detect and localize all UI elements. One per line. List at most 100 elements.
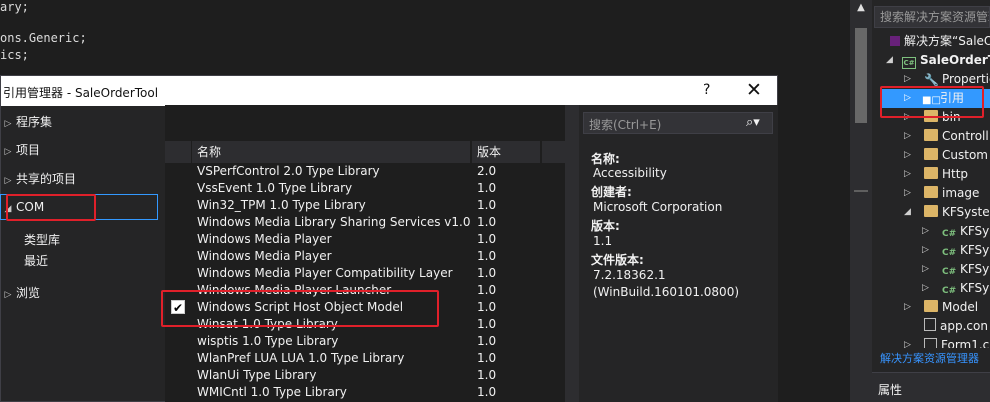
folder-open-icon [924, 205, 938, 217]
collapsed-triangle-icon[interactable]: ▷ [922, 222, 929, 241]
row-version: 1.0 [477, 317, 497, 331]
reference-search-input[interactable]: 搜索(Ctrl+E) ⌕▾ [583, 112, 773, 134]
table-row[interactable]: WlanPref LUA LUA 1.0 Type Library 1.0 [165, 350, 565, 367]
expanded-triangle-icon[interactable]: ◢ [886, 51, 893, 70]
tree-file-config[interactable]: app.con [924, 317, 988, 336]
tree-folder-http[interactable]: Http [924, 165, 968, 184]
detail-file-version-label: 文件版本: [591, 253, 644, 267]
tree-project[interactable]: C# SaleOrderT [902, 51, 990, 70]
detail-creator-label: 创建者: [591, 185, 632, 199]
tree-label: image [942, 186, 980, 200]
code-editor[interactable]: ary; ons.Generic; ics; [0, 0, 850, 75]
row-version: 1.0 [477, 215, 497, 229]
dialog-titlebar[interactable]: 引用管理器 - SaleOrderTool ? ✕ [1, 76, 777, 106]
tree-label: SaleOrderT [920, 53, 990, 67]
row-version: 1.0 [477, 266, 497, 280]
tree-file-form[interactable]: Form1.c [924, 336, 989, 348]
tree-folder-image[interactable]: image [924, 184, 979, 203]
row-version: 1.0 [477, 351, 497, 365]
nav-type-libraries[interactable]: 类型库 [24, 230, 60, 250]
tree-folder-controllers[interactable]: Controll [924, 127, 989, 146]
row-name: VSPerfControl 2.0 Type Library [197, 164, 380, 178]
tree-solution[interactable]: 解决方案“SaleO [890, 32, 990, 51]
tree-folder-custom[interactable]: Custom [924, 146, 988, 165]
nav-recent[interactable]: 最近 [24, 251, 48, 271]
nav-projects[interactable]: ▷ 项目 [0, 140, 40, 160]
scroll-marker [854, 190, 868, 192]
row-name: WlanUi Type Library [197, 368, 317, 382]
csharp-file-icon: C# [942, 267, 957, 277]
tree-label: Propertie [942, 72, 990, 86]
tree-folder-model[interactable]: Model [924, 298, 978, 317]
expanded-triangle-icon[interactable]: ◢ [904, 203, 911, 222]
table-row[interactable]: Windows Media Player Compatibility Layer… [165, 265, 565, 282]
name-column-header[interactable]: 名称 [192, 141, 470, 163]
code-line: ics; [0, 48, 29, 62]
row-name: Windows Media Player Compatibility Layer [197, 266, 453, 280]
folder-icon [924, 148, 938, 160]
row-name: wisptis 1.0 Type Library [197, 334, 339, 348]
collapsed-triangle-icon[interactable]: ▷ [904, 146, 911, 165]
row-version: 2.0 [477, 164, 497, 178]
tree-label: KFSy [960, 243, 990, 257]
collapsed-triangle-icon[interactable]: ▷ [922, 279, 929, 298]
scrollbar-thumb[interactable] [855, 28, 867, 123]
nav-label: 项目 [16, 143, 41, 157]
scroll-split-icon[interactable]: ▲ [850, 2, 872, 13]
tree-label: Model [942, 300, 979, 314]
properties-panel-header[interactable]: 属性 [872, 372, 990, 402]
tree-file-cs[interactable]: C# KFSy [942, 222, 989, 241]
collapsed-triangle-icon[interactable]: ▷ [904, 184, 911, 203]
table-row[interactable]: WlanUi Type Library 1.0 [165, 367, 565, 384]
collapsed-triangle-icon[interactable]: ▷ [922, 260, 929, 279]
wrench-icon: 🔧 [924, 73, 939, 87]
nav-shared-projects[interactable]: ▷ 共享的项目 [0, 169, 76, 189]
tree-file-cs[interactable]: C# KFSy [942, 279, 989, 298]
collapsed-triangle-icon: ▷ [4, 119, 12, 129]
help-button[interactable]: ? [703, 82, 710, 98]
row-name: Windows Media Player [197, 249, 332, 263]
table-row[interactable]: wisptis 1.0 Type Library 1.0 [165, 333, 565, 350]
table-row[interactable]: VSPerfControl 2.0 Type Library 2.0 [165, 163, 565, 180]
tree-label: KFSy [960, 281, 990, 295]
row-version: 1.0 [477, 181, 497, 195]
table-row[interactable]: Windows Media Player 1.0 [165, 231, 565, 248]
tree-label: KFSyster [942, 205, 990, 219]
solution-explorer-tab[interactable]: 解决方案资源管理器 [880, 350, 979, 366]
close-button[interactable]: ✕ [746, 79, 762, 101]
solution-icon [890, 36, 900, 46]
collapsed-triangle-icon[interactable]: ▷ [904, 298, 911, 317]
code-line: ons.Generic; [0, 31, 87, 45]
table-row[interactable]: Win32_TPM 1.0 Type Library 1.0 [165, 197, 565, 214]
highlight-box-com [6, 194, 96, 221]
properties-label: 属性 [878, 383, 903, 397]
detail-version-label: 版本: [591, 219, 620, 233]
list-scrollbar[interactable] [565, 105, 579, 402]
collapsed-triangle-icon[interactable]: ▷ [904, 165, 911, 184]
editor-scrollbar[interactable]: ▲ [850, 0, 872, 402]
collapsed-triangle-icon[interactable]: ▷ [904, 127, 911, 146]
solution-search-input[interactable]: 搜索解决方案资源管理 [874, 6, 990, 28]
search-icon[interactable]: ⌕▾ [746, 115, 760, 130]
table-row[interactable]: Windows Media Player 1.0 [165, 248, 565, 265]
row-name: WMICntl 1.0 Type Library [197, 385, 347, 399]
collapsed-triangle-icon[interactable]: ▷ [922, 241, 929, 260]
detail-file-version-build: (WinBuild.160101.0800) [593, 285, 740, 299]
row-version: 1.0 [477, 334, 497, 348]
version-column-header[interactable]: 版本 [472, 141, 540, 163]
collapsed-triangle-icon: ▷ [4, 147, 12, 157]
table-row[interactable]: VssEvent 1.0 Type Library 1.0 [165, 180, 565, 197]
nav-browse[interactable]: ▷ 浏览 [0, 283, 40, 303]
table-row[interactable]: WMICntl 1.0 Type Library 1.0 [165, 384, 565, 401]
nav-assemblies[interactable]: ▷ 程序集 [0, 112, 52, 132]
table-row[interactable]: Windows Media Library Sharing Services v… [165, 214, 565, 231]
tree-file-cs[interactable]: C# KFSy [942, 241, 989, 260]
tree-file-cs[interactable]: C# KFSy [942, 260, 989, 279]
tree-folder-kfsystem[interactable]: KFSyster [924, 203, 990, 222]
collapsed-triangle-icon: ▷ [4, 176, 12, 186]
config-file-icon [924, 318, 936, 331]
csharp-project-icon: C# [902, 57, 916, 69]
csharp-file-icon: C# [942, 229, 957, 239]
row-version: 1.0 [477, 198, 497, 212]
row-version: 1.0 [477, 368, 497, 382]
